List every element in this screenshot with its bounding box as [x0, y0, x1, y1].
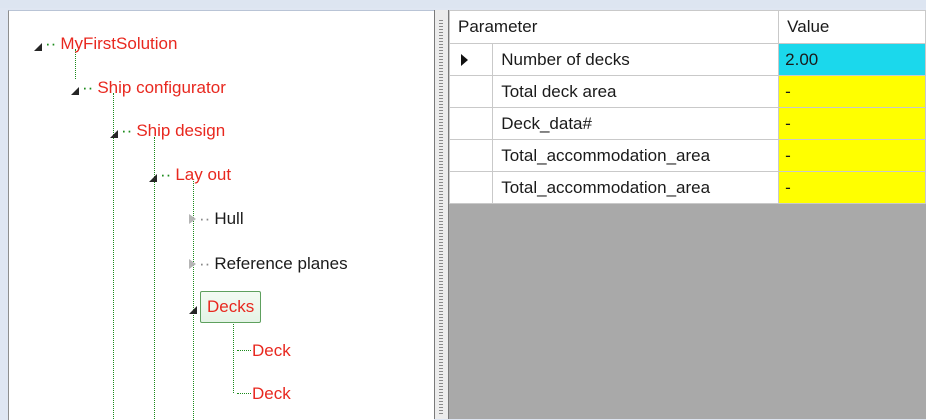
pane-splitter[interactable] [434, 10, 449, 419]
tree-connector [233, 311, 234, 393]
solution-tree[interactable]: ·· MyFirstSolution ·· Ship configurator … [8, 10, 434, 420]
tree-node-decks[interactable]: Decks [189, 291, 262, 323]
parameter-cell[interactable]: Deck_data# [492, 107, 780, 140]
parameter-cell[interactable]: Number of decks [492, 43, 780, 76]
tree-node-label: Deck [252, 384, 291, 403]
parameter-cell[interactable]: Total_accommodation_area [492, 139, 780, 172]
value-cell[interactable]: 2.00 [778, 43, 926, 76]
expanded-icon[interactable] [110, 130, 118, 138]
collapsed-icon[interactable] [189, 259, 196, 269]
value-cell[interactable]: - [778, 139, 926, 172]
tree-node-deck[interactable]: Deck [252, 379, 291, 409]
splitter-grip [439, 20, 443, 415]
row-header[interactable] [448, 171, 494, 204]
table-row[interactable]: Total_accommodation_area - [448, 139, 926, 172]
tree-node-myfirstsolution[interactable]: ·· MyFirstSolution [34, 29, 177, 59]
collapsed-icon[interactable] [189, 214, 196, 224]
column-header-parameter[interactable]: Parameter [448, 10, 780, 44]
value-cell[interactable]: - [778, 171, 926, 204]
row-header[interactable] [448, 107, 494, 140]
top-strip [0, 0, 926, 8]
tree-node-label: Reference planes [214, 254, 348, 273]
tree-node-ship-configurator[interactable]: ·· Ship configurator [71, 73, 226, 103]
parameter-grid-area: Parameter Value Number of decks 2.00 Total… [448, 10, 926, 419]
tree-node-label: Decks [200, 291, 262, 323]
parameter-cell[interactable]: Total_accommodation_area [492, 171, 780, 204]
current-row-arrow-icon [461, 54, 468, 66]
row-header[interactable] [448, 139, 494, 172]
tree-node-hull[interactable]: ·· Hull [189, 204, 244, 234]
table-row[interactable]: Total deck area - [448, 75, 926, 108]
tree-node-label: Lay out [175, 165, 232, 184]
row-header[interactable] [448, 75, 494, 108]
tree-connector [237, 350, 251, 351]
column-header-value[interactable]: Value [778, 10, 926, 44]
table-row[interactable]: Number of decks 2.00 [448, 43, 926, 76]
tree-node-ship-design[interactable]: ·· Ship design [110, 116, 225, 146]
parameter-cell[interactable]: Total deck area [492, 75, 780, 108]
tree-node-reference-planes[interactable]: ·· Reference planes [189, 249, 348, 279]
tree-node-lay-out[interactable]: ·· Lay out [149, 160, 231, 190]
table-row[interactable]: Deck_data# - [448, 107, 926, 140]
tree-node-deck[interactable]: Deck [252, 336, 291, 366]
value-cell[interactable]: - [778, 75, 926, 108]
tree-node-label: Hull [214, 209, 244, 228]
tree-connector [237, 393, 251, 394]
parameter-grid: Parameter Value Number of decks 2.00 Total… [448, 10, 926, 204]
row-header[interactable] [448, 43, 494, 76]
tree-node-label: MyFirstSolution [60, 34, 178, 53]
tree-node-label: Deck [252, 341, 291, 360]
value-cell[interactable]: - [778, 107, 926, 140]
expanded-icon[interactable] [149, 174, 157, 182]
tree-node-label: Ship configurator [97, 78, 226, 97]
tree-node-label: Ship design [136, 121, 226, 140]
expanded-icon[interactable] [189, 306, 197, 314]
expanded-icon[interactable] [34, 43, 42, 51]
table-row[interactable]: Total_accommodation_area - [448, 171, 926, 204]
expanded-icon[interactable] [71, 87, 79, 95]
